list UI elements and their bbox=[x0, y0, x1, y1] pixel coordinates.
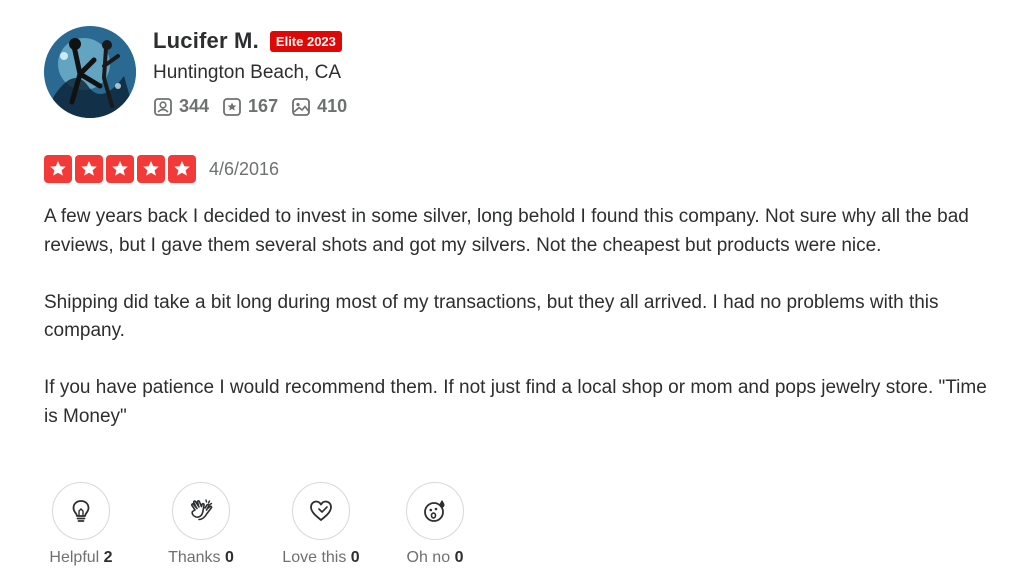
clapping-hands-icon bbox=[191, 499, 213, 521]
avatar[interactable] bbox=[44, 26, 136, 118]
reaction-label-text: Love this bbox=[282, 549, 347, 566]
thanks-reaction[interactable]: Thanks 0 bbox=[164, 482, 238, 567]
thanks-label: Thanks 0 bbox=[168, 549, 234, 567]
review-date: 4/6/2016 bbox=[209, 158, 280, 179]
rating-row: 4/6/2016 bbox=[44, 155, 994, 183]
friends-count: 344 bbox=[179, 96, 210, 116]
reviews-count: 167 bbox=[248, 96, 279, 116]
name-row: Lucifer M. Elite 2023 bbox=[153, 28, 360, 54]
reviews-stat: 167 bbox=[222, 96, 278, 117]
elite-badge[interactable]: Elite 2023 bbox=[269, 30, 342, 52]
heart-icon bbox=[310, 500, 332, 521]
review-paragraph: Shipping did take a bit long during most… bbox=[44, 291, 939, 342]
review-paragraph: If you have patience I would recommend t… bbox=[44, 377, 987, 427]
reaction-count: 0 bbox=[350, 549, 360, 566]
star-icon bbox=[137, 155, 165, 183]
oh-no-face-icon bbox=[424, 500, 445, 522]
review-paragraph: A few years back I decided to invest in … bbox=[44, 206, 969, 256]
reaction-label-text: Thanks bbox=[168, 549, 221, 566]
reaction-label-text: Oh no bbox=[406, 549, 451, 566]
photos-count: 410 bbox=[317, 96, 348, 116]
reaction-bar: Helpful 2 Thanks 0 Love this 0 Oh no 0 bbox=[44, 482, 468, 567]
lightbulb-icon bbox=[72, 500, 90, 522]
friends-icon bbox=[154, 97, 172, 116]
helpful-button[interactable] bbox=[52, 482, 110, 540]
review-header: Lucifer M. Elite 2023 Huntington Beach, … bbox=[44, 26, 994, 118]
star-icon bbox=[106, 155, 134, 183]
user-name[interactable]: Lucifer M. bbox=[153, 28, 259, 54]
star-icon bbox=[44, 155, 72, 183]
oh-no-label: Oh no 0 bbox=[407, 549, 464, 567]
reaction-count: 0 bbox=[225, 549, 234, 566]
user-location: Huntington Beach, CA bbox=[153, 62, 342, 83]
friends-stat: 344 bbox=[153, 96, 209, 117]
reaction-count: 2 bbox=[103, 549, 113, 566]
user-stats: 344 167 410 bbox=[153, 96, 360, 117]
thanks-button[interactable] bbox=[172, 482, 230, 540]
reaction-count: 0 bbox=[454, 549, 464, 566]
review-card: Lucifer M. Elite 2023 Huntington Beach, … bbox=[44, 26, 994, 431]
photos-stat: 410 bbox=[291, 96, 347, 117]
helpful-reaction[interactable]: Helpful 2 bbox=[44, 482, 118, 567]
love-this-button[interactable] bbox=[292, 482, 350, 540]
reaction-label-text: Helpful bbox=[49, 549, 100, 566]
review-text: A few years back I decided to invest in … bbox=[44, 203, 994, 431]
user-info: Lucifer M. Elite 2023 Huntington Beach, … bbox=[153, 26, 360, 117]
oh-no-button[interactable] bbox=[406, 482, 464, 540]
oh-no-reaction[interactable]: Oh no 0 bbox=[402, 482, 468, 567]
love-this-label: Love this 0 bbox=[282, 549, 359, 567]
avatar-image bbox=[44, 26, 136, 118]
review-star-icon bbox=[223, 97, 241, 116]
star-icon bbox=[75, 155, 103, 183]
love-this-reaction[interactable]: Love this 0 bbox=[278, 482, 364, 567]
star-icon bbox=[168, 155, 196, 183]
photo-icon bbox=[292, 97, 310, 116]
star-rating bbox=[44, 155, 199, 183]
helpful-label: Helpful 2 bbox=[49, 549, 112, 567]
